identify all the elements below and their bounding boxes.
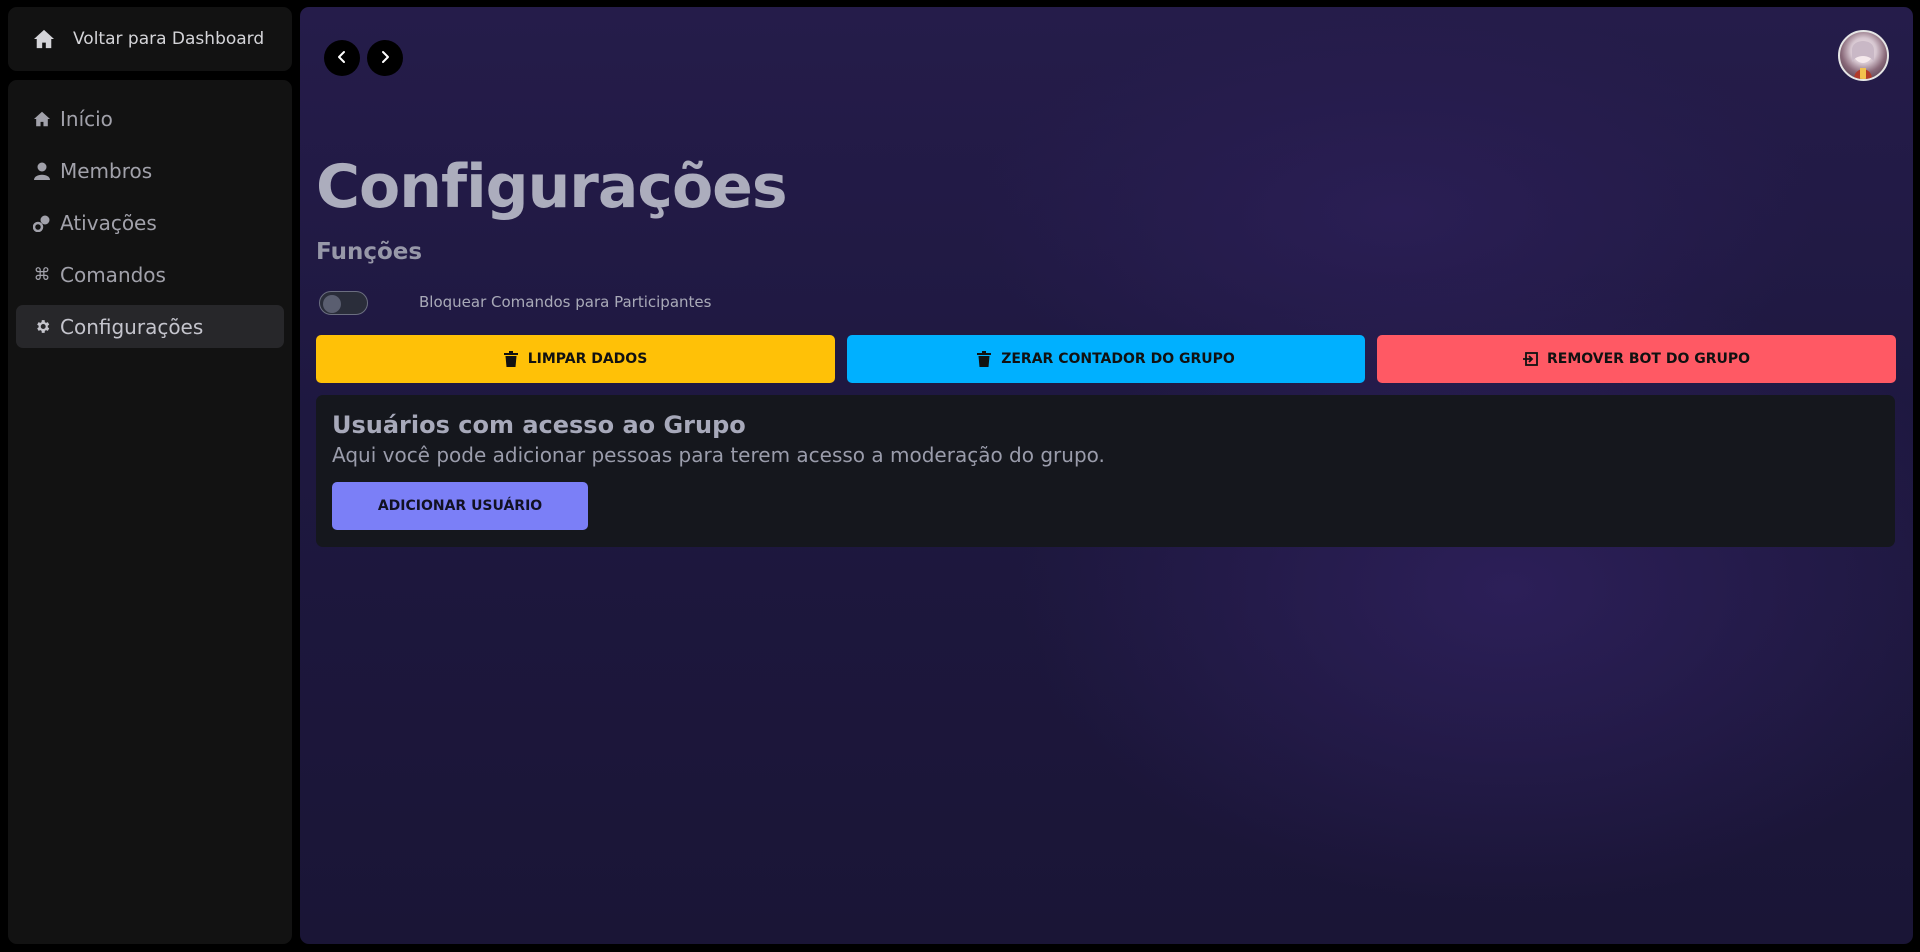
block-commands-label: Bloquear Comandos para Participantes [419,293,712,311]
add-user-button[interactable]: ADICIONAR USUÁRIO [332,482,588,530]
sidebar-item-label: Comandos [60,262,166,287]
command-icon: ⌘ [33,264,51,285]
sidebar-item-configuracoes[interactable]: Configurações [16,305,284,348]
sidebar-item-label: Ativações [60,210,157,235]
reset-group-counter-button[interactable]: ZERAR CONTADOR DO GRUPO [847,335,1365,383]
chevron-left-icon [335,49,349,68]
clear-data-button[interactable]: LIMPAR DADOS [316,335,835,383]
exit-icon [1522,351,1539,367]
reset-group-counter-label: ZERAR CONTADOR DO GRUPO [1001,351,1235,367]
toggle-knob [323,295,341,313]
card-description: Aqui você pode adicionar pessoas para te… [332,443,1105,467]
home-icon [32,109,52,129]
page-subtitle: Funções [316,239,423,265]
sidebar-item-membros[interactable]: Membros [16,149,284,192]
back-to-dashboard-button[interactable]: Voltar para Dashboard [8,7,292,71]
forward-arrow-button[interactable] [367,40,403,76]
trash-icon [503,351,520,367]
home-icon [33,28,57,50]
chevron-right-icon [378,49,392,68]
remove-bot-button[interactable]: REMOVER BOT DO GRUPO [1377,335,1896,383]
sidebar: Início Membros Ativações ⌘ Comandos Conf… [8,80,292,944]
page-title: Configurações [316,152,788,222]
sidebar-item-label: Configurações [60,314,204,339]
gear-icon [32,317,52,337]
user-avatar[interactable] [1838,30,1889,81]
sidebar-item-label: Início [60,106,113,131]
remove-bot-label: REMOVER BOT DO GRUPO [1546,351,1751,367]
trash-icon [977,351,993,367]
card-title: Usuários com acesso ao Grupo [332,411,746,439]
clear-data-label: LIMPAR DADOS [527,351,648,367]
back-to-dashboard-label: Voltar para Dashboard [73,29,265,49]
user-icon [32,161,52,181]
sidebar-item-label: Membros [60,158,153,183]
link-icon [32,213,52,233]
group-access-card: Usuários com acesso ao Grupo Aqui você p… [316,395,1895,547]
block-commands-toggle[interactable] [319,291,368,315]
sidebar-item-inicio[interactable]: Início [16,97,284,140]
back-arrow-button[interactable] [324,40,360,76]
sidebar-item-comandos[interactable]: ⌘ Comandos [16,253,284,296]
sidebar-item-ativacoes[interactable]: Ativações [16,201,284,244]
